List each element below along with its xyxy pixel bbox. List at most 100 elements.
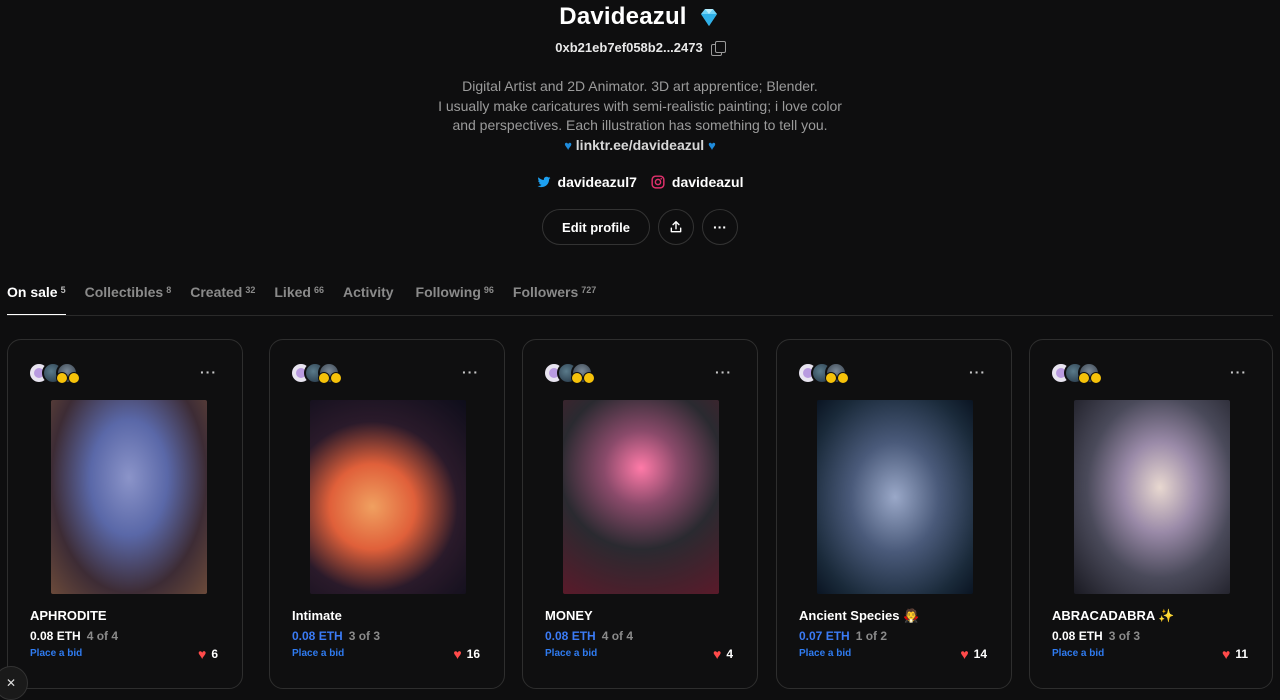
- owner-avatars[interactable]: [797, 362, 857, 386]
- nft-artwork-image[interactable]: [310, 400, 466, 594]
- nft-card[interactable]: ··· Ancient Species 🧛 0.07 ETH 1 of 2 Pla…: [776, 339, 1012, 689]
- nft-title: ABRACADABRA ✨: [1052, 608, 1175, 623]
- like-button[interactable]: ♥ 16: [453, 646, 480, 662]
- nft-artwork-image[interactable]: [51, 400, 207, 594]
- nft-price: 0.08 ETH: [545, 629, 596, 643]
- like-button[interactable]: ♥ 14: [960, 646, 987, 662]
- address-row: 0xb21eb7ef058b2...2473: [0, 40, 1280, 56]
- price-row: 0.08 ETH 4 of 4: [545, 629, 633, 643]
- nft-card[interactable]: ··· APHRODITE 0.08 ETH 4 of 4 Place a bid…: [7, 339, 243, 689]
- tab-on-sale[interactable]: On sale 5: [7, 284, 66, 316]
- owner-avatars[interactable]: [290, 362, 350, 386]
- tab-liked[interactable]: Liked 66: [274, 284, 324, 316]
- verified-icon: [56, 372, 68, 384]
- verified-icon: [318, 372, 330, 384]
- place-bid-link[interactable]: Place a bid: [799, 648, 851, 659]
- nft-edition: 4 of 4: [601, 629, 634, 643]
- twitter-handle: davideazul7: [557, 174, 637, 190]
- blue-heart-icon: ♥: [564, 137, 572, 153]
- nft-price: 0.08 ETH: [1052, 629, 1103, 643]
- close-button[interactable]: ✕: [0, 666, 28, 700]
- place-bid-link[interactable]: Place a bid: [1052, 648, 1104, 659]
- tab-label: Activity: [342, 284, 394, 300]
- instagram-link[interactable]: davideazul: [651, 174, 743, 190]
- nft-title: Intimate: [292, 608, 342, 623]
- verified-icon: [68, 372, 80, 384]
- verified-icon: [825, 372, 837, 384]
- like-button[interactable]: ♥ 11: [1222, 646, 1248, 662]
- nft-artwork-image[interactable]: [1074, 400, 1230, 594]
- card-more-button[interactable]: ···: [1230, 364, 1247, 380]
- tab-count: 5: [60, 285, 66, 295]
- heart-icon: ♥: [713, 646, 722, 662]
- tab-label: Following: [415, 284, 481, 300]
- place-bid-link[interactable]: Place a bid: [30, 648, 82, 659]
- nft-title: APHRODITE: [30, 608, 107, 623]
- nft-price: 0.07 ETH: [799, 629, 850, 643]
- card-more-button[interactable]: ···: [462, 364, 479, 380]
- tab-count: 727: [581, 285, 597, 295]
- like-count: 6: [211, 647, 218, 661]
- tab-following[interactable]: Following 96: [416, 284, 494, 316]
- nft-artwork-image[interactable]: [817, 400, 973, 594]
- twitter-link[interactable]: davideazul7: [537, 174, 637, 190]
- nft-edition: 3 of 3: [1108, 629, 1141, 643]
- nft-card[interactable]: ··· ABRACADABRA ✨ 0.08 ETH 3 of 3 Place a…: [1029, 339, 1273, 689]
- profile-name: Davideazul: [559, 3, 687, 30]
- tab-label: On sale: [7, 284, 58, 300]
- tab-activity[interactable]: Activity: [343, 284, 397, 316]
- price-row: 0.08 ETH 3 of 3: [292, 629, 380, 643]
- verified-icon: [837, 372, 849, 384]
- nft-card[interactable]: ··· Intimate 0.08 ETH 3 of 3 Place a bid …: [269, 339, 505, 689]
- like-count: 11: [1235, 647, 1248, 661]
- nft-price: 0.08 ETH: [30, 629, 81, 643]
- twitter-icon: [537, 176, 550, 188]
- bio-link-line: ♥ linktr.ee/davideazul ♥: [0, 136, 1280, 156]
- heart-icon: ♥: [1222, 646, 1231, 662]
- social-links: davideazul7 davideazul: [0, 174, 1280, 190]
- like-button[interactable]: ♥ 6: [198, 646, 218, 662]
- verified-icon: [583, 372, 595, 384]
- instagram-icon: [651, 175, 665, 189]
- owner-avatars[interactable]: [543, 362, 603, 386]
- place-bid-link[interactable]: Place a bid: [292, 648, 344, 659]
- share-button[interactable]: [657, 209, 694, 245]
- heart-icon: ♥: [453, 646, 462, 662]
- tab-label: Created: [190, 284, 243, 300]
- linktree-link[interactable]: linktr.ee/davideazul: [576, 137, 704, 153]
- card-more-button[interactable]: ···: [200, 364, 217, 380]
- copy-icon[interactable]: [710, 40, 726, 56]
- diamond-icon: [700, 9, 717, 26]
- verified-icon: [571, 372, 583, 384]
- nft-card[interactable]: ··· MONEY 0.08 ETH 4 of 4 Place a bid ♥ 4: [522, 339, 758, 689]
- nft-edition: 4 of 4: [86, 629, 119, 643]
- profile-actions: Edit profile ···: [0, 209, 1280, 245]
- more-options-button[interactable]: ···: [701, 209, 738, 245]
- nft-edition: 1 of 2: [855, 629, 888, 643]
- card-more-button[interactable]: ···: [969, 364, 986, 380]
- tab-count: 66: [313, 285, 324, 295]
- tab-count: 8: [166, 285, 172, 295]
- place-bid-link[interactable]: Place a bid: [545, 648, 597, 659]
- like-button[interactable]: ♥ 4: [713, 646, 733, 662]
- nft-edition: 3 of 3: [348, 629, 381, 643]
- tab-count: 96: [483, 285, 494, 295]
- tab-collectibles[interactable]: Collectibles 8: [85, 284, 172, 316]
- nft-artwork-image[interactable]: [563, 400, 719, 594]
- like-count: 16: [466, 647, 480, 661]
- bio-line: Digital Artist and 2D Animator. 3D art a…: [462, 78, 818, 94]
- tab-created[interactable]: Created 32: [190, 284, 255, 316]
- bio: Digital Artist and 2D Animator. 3D art a…: [0, 77, 1280, 155]
- tab-label: Liked: [274, 284, 311, 300]
- verified-icon: [1078, 372, 1090, 384]
- owner-avatars[interactable]: [1050, 362, 1110, 386]
- bio-line: and perspectives. Each illustration has …: [452, 117, 828, 133]
- verified-icon: [1090, 372, 1102, 384]
- tab-followers[interactable]: Followers 727: [513, 284, 596, 316]
- wallet-address: 0xb21eb7ef058b2...2473: [555, 40, 703, 55]
- edit-profile-button[interactable]: Edit profile: [542, 209, 650, 245]
- tabs-divider: [7, 315, 1273, 316]
- price-row: 0.08 ETH 4 of 4: [30, 629, 118, 643]
- owner-avatars[interactable]: [28, 362, 88, 386]
- card-more-button[interactable]: ···: [715, 364, 732, 380]
